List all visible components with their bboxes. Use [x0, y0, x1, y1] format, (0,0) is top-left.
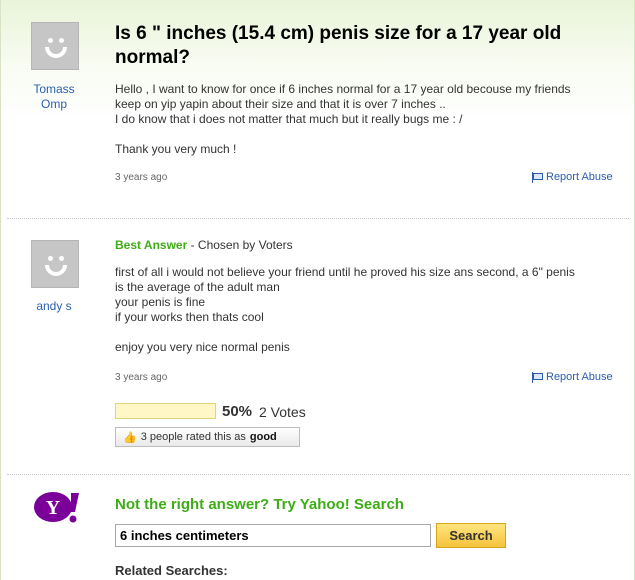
- svg-text:Y: Y: [46, 497, 61, 519]
- answer-line: [115, 325, 620, 340]
- question-author-name[interactable]: Tomass Omp: [19, 82, 89, 112]
- flag-icon: [531, 171, 543, 183]
- answer-timestamp: 3 years ago: [115, 372, 168, 383]
- question-timestamp: 3 years ago: [115, 172, 168, 183]
- answer-line: if your works then thats cool: [115, 310, 264, 324]
- question-line: Thank you very much !: [115, 142, 237, 156]
- vote-percent: 50%: [222, 403, 253, 420]
- question-title: Is 6 " inches (15.4 cm) penis size for a…: [115, 23, 562, 68]
- divider: [7, 218, 629, 219]
- chosen-by-label: - Chosen by Voters: [187, 238, 293, 252]
- vote-count: 2 Votes: [259, 404, 306, 420]
- question-author-avatar[interactable]: [31, 22, 79, 70]
- best-answer-label: Best Answer: [115, 238, 188, 252]
- answer-line: is the average of the adult man: [115, 280, 280, 294]
- search-heading: Not the right answer? Try Yahoo! Search: [115, 496, 404, 513]
- answer-author-avatar[interactable]: [31, 240, 79, 288]
- question-line: Hello , I want to know for once if 6 inc…: [115, 82, 571, 96]
- rating-button[interactable]: 👍 3 people rated this as good: [115, 427, 300, 447]
- question-line: I do know that i does not matter that mu…: [115, 112, 463, 126]
- answer-line: first of all i would not believe your fr…: [115, 265, 575, 279]
- question-line: [115, 127, 620, 142]
- answer-line: enjoy you very nice normal penis: [115, 340, 290, 354]
- answer-body: first of all i would not believe your fr…: [115, 265, 620, 355]
- answer-author-name[interactable]: andy s: [19, 299, 89, 314]
- report-abuse-label: Report Abuse: [546, 371, 613, 383]
- divider: [7, 474, 629, 475]
- best-answer-heading: Best Answer - Chosen by Voters: [115, 238, 293, 252]
- search-button[interactable]: Search: [436, 523, 506, 548]
- rated-prefix: 3 people rated this as: [140, 431, 246, 443]
- answer-line: your penis is fine: [115, 295, 206, 309]
- question-line: keep on yip yapin about their size and t…: [115, 97, 446, 111]
- vote-progress-bar: [115, 403, 216, 419]
- related-searches-heading: Related Searches:: [115, 563, 228, 578]
- rated-value: good: [249, 431, 277, 443]
- page-frame: Tomass Omp Is 6 " inches (15.4 cm) penis…: [0, 0, 635, 580]
- answer-report-abuse-link[interactable]: Report Abuse: [531, 371, 613, 383]
- thumbs-up-icon: 👍: [123, 431, 137, 444]
- report-abuse-label: Report Abuse: [546, 171, 613, 183]
- flag-icon: [531, 371, 543, 383]
- search-input[interactable]: [115, 524, 431, 547]
- question-body: Hello , I want to know for once if 6 inc…: [115, 82, 620, 157]
- question-report-abuse-link[interactable]: Report Abuse: [531, 171, 613, 183]
- yahoo-logo[interactable]: Y: [33, 490, 81, 524]
